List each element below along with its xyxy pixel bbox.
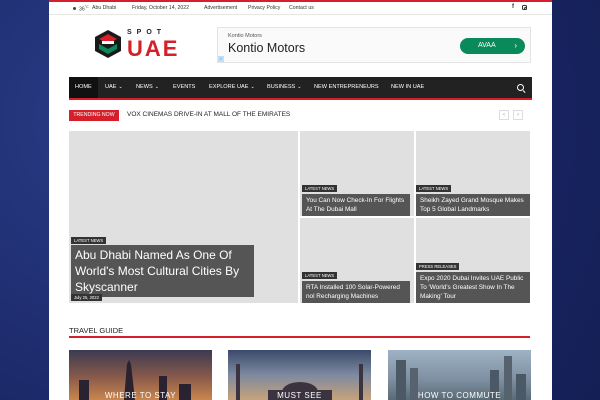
nav-home[interactable]: HOME [69, 77, 98, 98]
category-badge[interactable]: PRESS RELEASES [416, 263, 460, 270]
category-badge[interactable]: LATEST NEWS [302, 272, 338, 279]
nav-uae[interactable]: UAE ⌄ [105, 77, 123, 98]
section-title-travel-guide[interactable]: TRAVEL GUIDE [69, 326, 123, 335]
featured-article-2[interactable]: LATEST NEWS Sheikh Zayed Grand Mosque Ma… [416, 131, 530, 216]
top-bar: 36°C Abu Dhabi Friday, October 14, 2022 … [49, 0, 552, 15]
article-title[interactable]: Expo 2020 Dubai Invites UAE Public To 'W… [416, 272, 530, 303]
featured-article-1[interactable]: LATEST NEWS You Can Now Check-In For Fli… [300, 131, 414, 216]
article-title[interactable]: Sheikh Zayed Grand Mosque Makes Top 5 Gl… [416, 194, 530, 216]
category-badge[interactable]: LATEST NEWS [71, 237, 107, 244]
search-icon[interactable] [517, 84, 524, 91]
ad-brand-small: Kontio Motors [228, 33, 262, 39]
trending-headline[interactable]: VOX CINEMAS DRIVE-IN AT MALL OF THE EMIR… [127, 111, 290, 118]
ad-cta-button[interactable]: AVAA › [460, 38, 525, 54]
nav-news[interactable]: NEWS ⌄ [136, 77, 159, 98]
instagram-icon[interactable] [522, 5, 528, 11]
travel-card-how-to-commute[interactable]: HOW TO COMMUTE [388, 350, 531, 400]
featured-article-3[interactable]: LATEST NEWS RTA Installed 100 Solar-Powe… [300, 218, 414, 303]
chevron-down-icon: ⌄ [297, 84, 302, 90]
article-title[interactable]: RTA Installed 100 Solar-Powered nol Rech… [302, 281, 410, 303]
contact-us-link[interactable]: Contact us [289, 5, 314, 11]
privacy-policy-link[interactable]: Privacy Policy [248, 5, 280, 11]
logo-uae-text: UAE [127, 36, 180, 61]
featured-article-main[interactable]: LATEST NEWS Abu Dhabi Named As One Of Wo… [69, 131, 298, 303]
nav-explore-uae[interactable]: EXPLORE UAE ⌄ [209, 77, 255, 98]
ad-info-icon[interactable]: i [218, 56, 224, 62]
arrow-right-icon: › [514, 41, 517, 50]
weather-sun-icon [71, 5, 77, 11]
main-nav: HOME UAE ⌄ NEWS ⌄ EVENTS EXPLORE UAE ⌄ BUSI… [69, 77, 532, 100]
travel-card-where-to-stay[interactable]: WHERE TO STAY [69, 350, 212, 400]
featured-article-4[interactable]: PRESS RELEASES Expo 2020 Dubai Invites U… [416, 218, 530, 303]
ad-banner[interactable]: Kontio Motors Kontio Motors AVAA › i [217, 27, 531, 63]
chevron-down-icon: ⌄ [154, 84, 159, 90]
temperature: 36°C [79, 5, 89, 13]
card-label[interactable]: WHERE TO STAY [69, 391, 212, 400]
chevron-down-icon: ⌄ [118, 84, 123, 90]
section-divider [69, 336, 530, 338]
category-badge[interactable]: LATEST NEWS [302, 185, 338, 192]
advertisement-link[interactable]: Advertisement [204, 5, 237, 11]
logo-mark-icon [95, 30, 121, 58]
nav-new-entrepreneurs[interactable]: NEW ENTREPRENEURS [314, 77, 379, 98]
trending-next-button[interactable]: › [513, 110, 523, 120]
article-title[interactable]: Abu Dhabi Named As One Of World's Most C… [71, 245, 254, 297]
logo-spot-text: SPOT [127, 29, 167, 36]
category-badge[interactable]: LATEST NEWS [416, 185, 452, 192]
travel-card-must-see[interactable]: MUST SEE [228, 350, 371, 400]
chevron-down-icon: ⌄ [250, 84, 255, 90]
nav-business[interactable]: BUSINESS ⌄ [267, 77, 302, 98]
nav-new-in-uae[interactable]: NEW IN UAE [391, 77, 424, 98]
facebook-icon[interactable]: f [512, 4, 514, 10]
current-date: Friday, October 14, 2022 [132, 5, 189, 11]
trending-badge: TRENDING NOW [69, 110, 119, 121]
article-date: July 25, 2022 [71, 294, 102, 301]
page: 36°C Abu Dhabi Friday, October 14, 2022 … [49, 0, 552, 400]
article-title[interactable]: You Can Now Check-In For Flights At The … [302, 194, 410, 216]
card-label[interactable]: MUST SEE [228, 391, 371, 400]
weather-city: Abu Dhabi [92, 5, 117, 11]
trending-prev-button[interactable]: ‹ [499, 110, 509, 120]
nav-events[interactable]: EVENTS [173, 77, 195, 98]
ad-brand-title: Kontio Motors [228, 41, 306, 55]
card-label[interactable]: HOW TO COMMUTE [388, 391, 531, 400]
site-logo[interactable]: SPOT UAE [93, 27, 203, 65]
